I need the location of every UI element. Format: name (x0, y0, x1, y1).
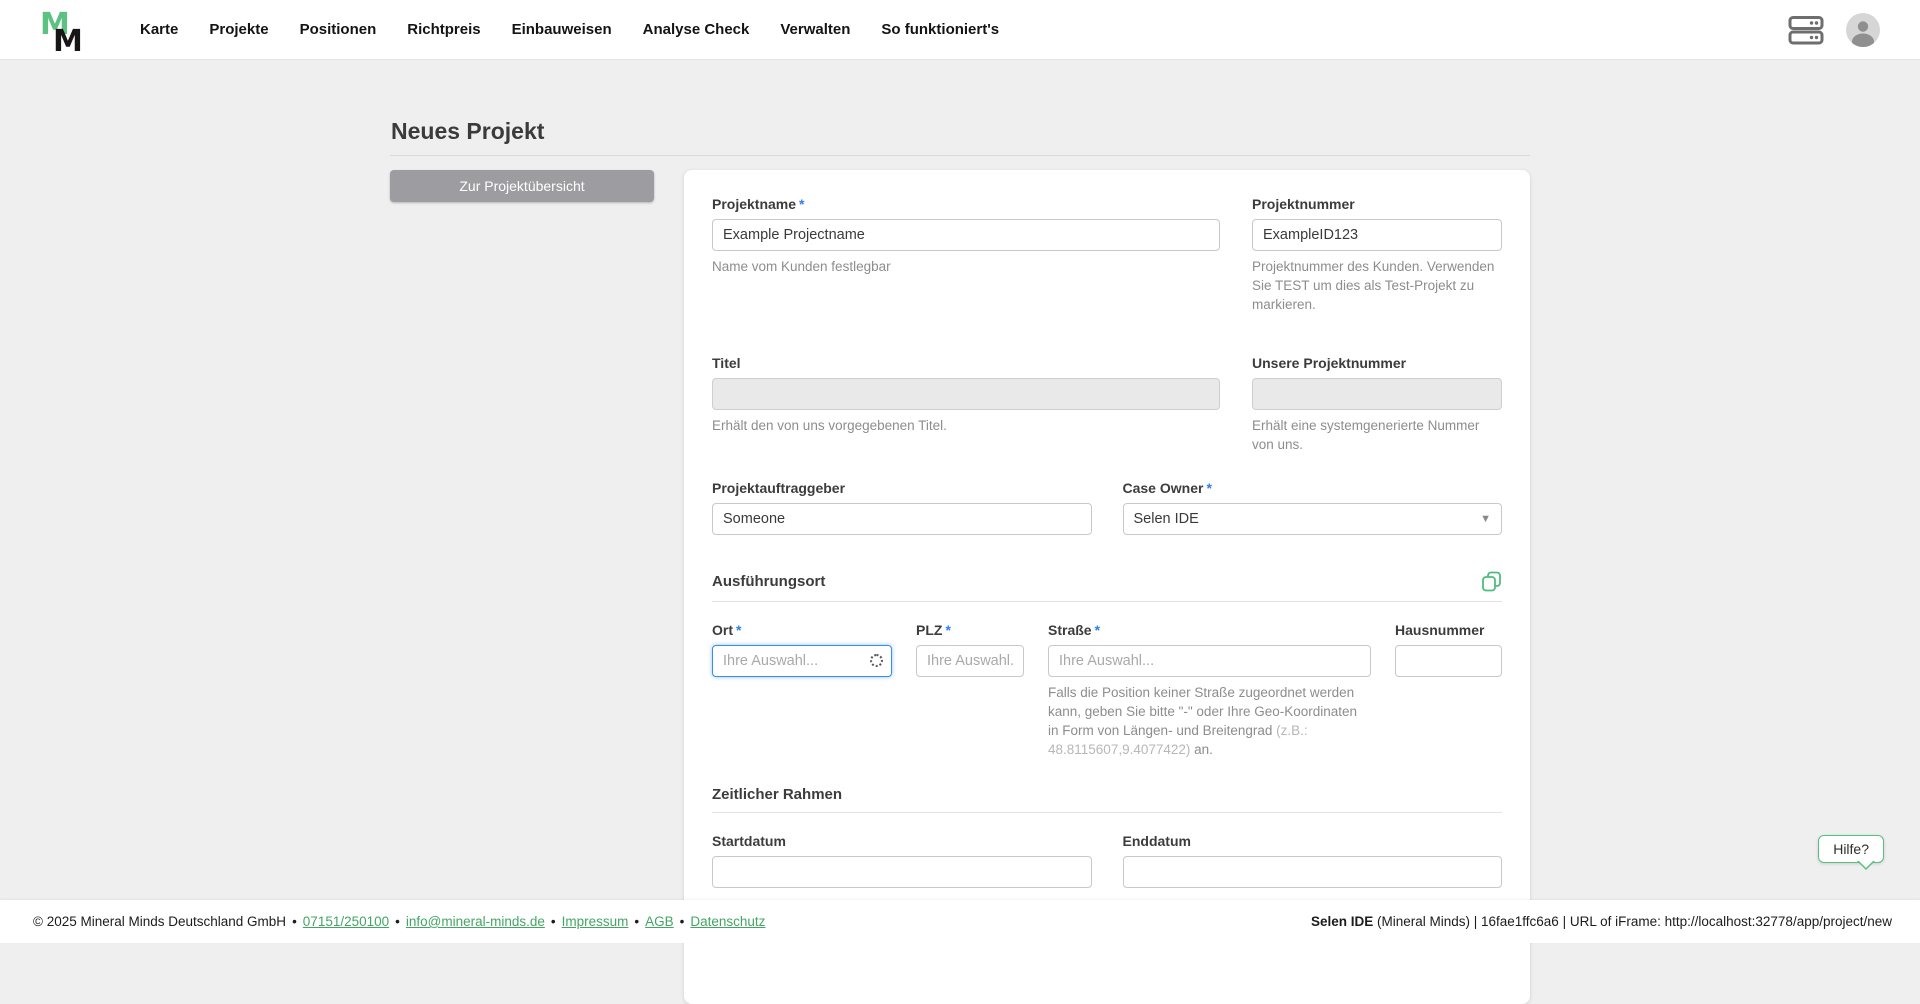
projektnummer-label: Projektnummer (1252, 196, 1502, 212)
zeitlicher-rahmen-heading: Zeitlicher Rahmen (712, 786, 842, 803)
field-case-owner: Case Owner* Selen IDE ▼ (1123, 480, 1503, 535)
nav-item-einbauweisen[interactable]: Einbauweisen (512, 21, 612, 38)
strasse-help: Falls die Position keiner Straße zugeord… (1048, 684, 1371, 760)
enddatum-input[interactable] (1123, 856, 1503, 888)
nav-item-so-funktionierts[interactable]: So funktioniert's (881, 21, 999, 38)
copyright-text: © 2025 Mineral Minds Deutschland GmbH (33, 914, 286, 929)
footer-link-phone[interactable]: 07151/250100 (303, 914, 389, 929)
title-divider (390, 155, 1530, 156)
required-marker: * (799, 196, 804, 212)
field-strasse: Straße* Falls die Position keiner Straße… (1048, 622, 1371, 760)
page-title: Neues Projekt (391, 118, 1530, 145)
titel-input (712, 378, 1220, 410)
case-owner-select[interactable]: Selen IDE ▼ (1123, 503, 1503, 535)
field-projektnummer: Projektnummer Projektnummer des Kunden. … (1252, 196, 1502, 315)
titel-label: Titel (712, 355, 1220, 371)
separator: • (395, 914, 400, 929)
svg-text:M: M (53, 24, 83, 54)
nav-item-positionen[interactable]: Positionen (300, 21, 377, 38)
main-menu: Karte Projekte Positionen Richtpreis Ein… (140, 21, 999, 38)
footer-link-datenschutz[interactable]: Datenschutz (690, 914, 765, 929)
field-hausnummer: Hausnummer (1395, 622, 1502, 760)
new-project-form-card: Projektname* Name vom Kunden festlegbar … (684, 170, 1530, 910)
projektname-help: Name vom Kunden festlegbar (712, 258, 1220, 277)
projektnummer-help: Projektnummer des Kunden. Verwenden Sie … (1252, 258, 1502, 315)
section-divider (712, 812, 1502, 813)
unsere-projektnummer-label: Unsere Projektnummer (1252, 355, 1502, 371)
footer-link-impressum[interactable]: Impressum (562, 914, 629, 929)
top-navigation-bar: M M Karte Projekte Positionen Richtpreis… (0, 0, 1920, 60)
brand-logo-icon[interactable]: M M (40, 6, 98, 54)
footer: © 2025 Mineral Minds Deutschland GmbH • 07… (0, 900, 1920, 943)
project-overview-button[interactable]: Zur Projektübersicht (390, 170, 654, 202)
ort-input[interactable] (712, 645, 892, 677)
projektname-label: Projektname (712, 196, 796, 212)
field-projektauftraggeber: Projektauftraggeber (712, 480, 1092, 535)
startdatum-label: Startdatum (712, 833, 1092, 849)
separator: • (292, 914, 297, 929)
projektauftraggeber-input[interactable] (712, 503, 1092, 535)
enddatum-label: Enddatum (1123, 833, 1503, 849)
field-ort: Ort* (712, 622, 892, 760)
ausfuehrungsort-heading: Ausführungsort (712, 573, 825, 590)
separator: • (551, 914, 556, 929)
strasse-help-suffix: an. (1190, 742, 1213, 757)
main-content: Neues Projekt Zur Projektübersicht Proje… (0, 60, 1920, 1004)
startdatum-input[interactable] (712, 856, 1092, 888)
case-owner-label: Case Owner (1123, 480, 1204, 496)
field-projektname: Projektname* Name vom Kunden festlegbar (712, 196, 1220, 315)
unsere-projektnummer-input (1252, 378, 1502, 410)
nav-item-analyse-check[interactable]: Analyse Check (643, 21, 750, 38)
plz-label: PLZ (916, 622, 942, 638)
nav-item-karte[interactable]: Karte (140, 21, 178, 38)
field-unsere-projektnummer: Unsere Projektnummer Erhält eine systemg… (1252, 355, 1502, 455)
nav-item-verwalten[interactable]: Verwalten (780, 21, 850, 38)
session-user: Selen IDE (1311, 914, 1373, 929)
server-icon[interactable] (1788, 13, 1824, 47)
separator: • (634, 914, 639, 929)
help-button[interactable]: Hilfe? (1818, 835, 1884, 863)
footer-link-agb[interactable]: AGB (645, 914, 674, 929)
user-avatar[interactable] (1846, 13, 1880, 47)
case-owner-value: Selen IDE (1134, 511, 1199, 527)
section-divider (712, 601, 1502, 602)
chevron-down-icon: ▼ (1480, 513, 1491, 525)
hausnummer-label: Hausnummer (1395, 622, 1502, 638)
nav-item-projekte[interactable]: Projekte (209, 21, 268, 38)
projektnummer-input[interactable] (1252, 219, 1502, 251)
footer-link-email[interactable]: info@mineral-minds.de (406, 914, 545, 929)
ort-label: Ort (712, 622, 733, 638)
strasse-label: Straße (1048, 622, 1092, 638)
projektname-input[interactable] (712, 219, 1220, 251)
required-marker: * (1095, 622, 1100, 638)
strasse-input[interactable] (1048, 645, 1371, 677)
nav-item-richtpreis[interactable]: Richtpreis (407, 21, 480, 38)
strasse-help-main: Falls die Position keiner Straße zugeord… (1048, 685, 1357, 738)
field-plz: PLZ* (916, 622, 1024, 760)
required-marker: * (945, 622, 950, 638)
field-titel: Titel Erhält den von uns vorgegebenen Ti… (712, 355, 1220, 455)
field-enddatum: Enddatum (1123, 833, 1503, 888)
field-startdatum: Startdatum (712, 833, 1092, 888)
unsere-projektnummer-help: Erhält eine systemgenerierte Nummer von … (1252, 417, 1502, 455)
hausnummer-input[interactable] (1395, 645, 1502, 677)
session-info: (Mineral Minds) | 16fae1ffc6a6 | URL of … (1373, 914, 1892, 929)
required-marker: * (736, 622, 741, 638)
separator: • (680, 914, 685, 929)
titel-help: Erhält den von uns vorgegebenen Titel. (712, 417, 1220, 436)
projektauftraggeber-label: Projektauftraggeber (712, 480, 1092, 496)
copy-icon[interactable] (1481, 571, 1502, 592)
required-marker: * (1206, 480, 1211, 496)
plz-input[interactable] (916, 645, 1024, 677)
